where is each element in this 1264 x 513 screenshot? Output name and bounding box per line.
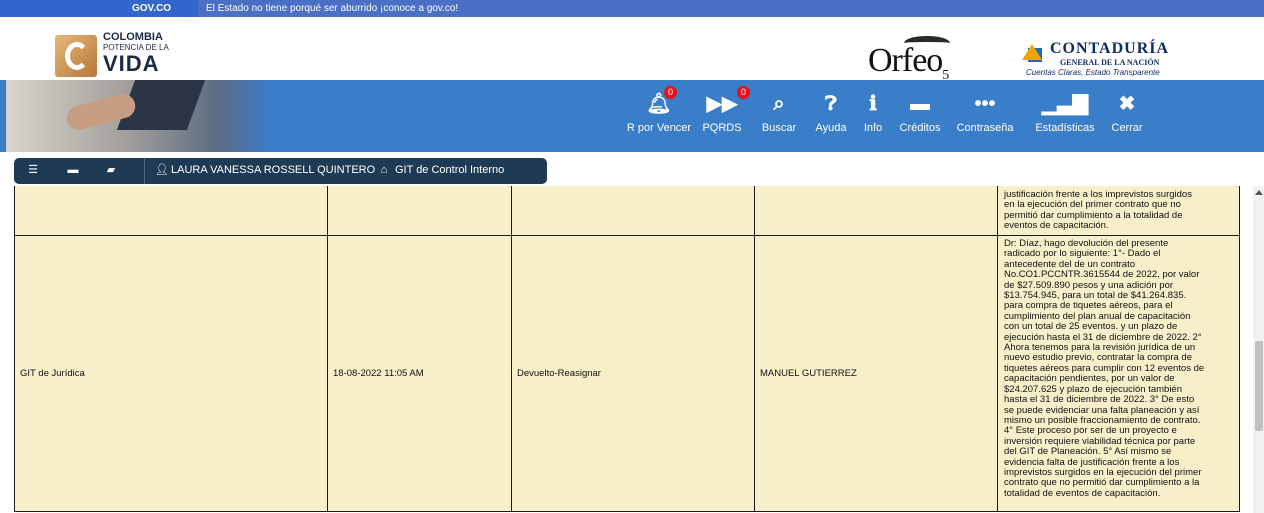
govco-message[interactable]: El Estado no tiene porqué ser aburrido ¡… <box>198 0 1264 17</box>
nav-item-label: Estadísticas <box>1035 122 1095 134</box>
cell-fecha: 18-08-2022 11:05 AM <box>327 236 511 511</box>
home-icon: ⌂ <box>380 164 388 176</box>
contaduria-logo-tagline: Cuentas Claras, Estado Transparente <box>1026 68 1160 77</box>
close-icon: ✖ <box>1118 93 1136 115</box>
nav-item-contrasena[interactable]: ••• Contraseña <box>954 90 1016 134</box>
nav-item-cerrar[interactable]: ✖ Cerrar <box>1107 90 1147 134</box>
user-bar: ☰ ▬ ▰ 👤︎ LAURA VANESSA ROSSELL QUINTERO … <box>14 158 547 184</box>
govco-logo-text: GOV.CO <box>132 3 172 14</box>
contaduria-logo-mark-yellow <box>1022 44 1042 60</box>
cell-dependencia <box>14 186 327 235</box>
nav-item-label: Buscar <box>761 122 797 134</box>
nav-item-label: PQRDS <box>702 122 742 134</box>
list-icon[interactable]: ☰ <box>26 163 40 177</box>
nav-item-buscar[interactable]: ⌕ Buscar <box>759 90 799 134</box>
govco-bar-left <box>0 0 118 17</box>
r-por-vencer-badge: 0 <box>664 86 677 99</box>
user-bar-divider <box>144 158 145 184</box>
nav-item-pqrds[interactable]: ▶▶ 0 PQRDS <box>699 86 750 134</box>
table-row: GIT de Jurídica 18-08-2022 11:05 AM Devu… <box>14 236 1240 512</box>
info-icon: ℹ︎ <box>869 93 877 115</box>
question-icon: ❓︎ <box>824 93 838 115</box>
nav-item-label: Info <box>863 122 883 134</box>
cell-dependencia: GIT de Jurídica <box>14 236 327 511</box>
ellipsis-icon: ••• <box>974 93 996 115</box>
colombia-logo-mark <box>55 35 97 77</box>
user-department: GIT de Control Interno <box>395 164 505 176</box>
folder-open-icon[interactable]: ▰ <box>104 163 118 177</box>
orfeo-logo-text: Orfeo <box>868 42 943 79</box>
cell-observacion: justificación frente a los imprevistos s… <box>997 186 1240 235</box>
nav-item-ayuda[interactable]: ❓︎ Ayuda <box>811 90 851 134</box>
contaduria-logo-subtitle: GENERAL DE LA NACIÓN <box>1060 58 1160 67</box>
colombia-potencia-logo: COLOMBIA POTENCIA DE LA VIDA <box>55 31 195 79</box>
folder-icon[interactable]: ▬ <box>66 163 80 177</box>
nav-item-label: Contraseña <box>956 122 1014 134</box>
cell-usuario: MANUEL GUTIERREZ <box>754 236 997 511</box>
scroll-up-icon[interactable] <box>1255 190 1263 195</box>
colombia-logo-line1: COLOMBIA <box>103 31 163 43</box>
site-header: COLOMBIA POTENCIA DE LA VIDA Orfeo5 CONT… <box>0 17 1264 83</box>
bell-icon: 🔔︎ 0 <box>620 86 698 118</box>
nav-item-info[interactable]: ℹ︎ Info <box>860 90 886 134</box>
nav-item-estadisticas[interactable]: ▁▃▇ Estadísticas <box>1028 90 1102 134</box>
nav-item-label: R por Vencer <box>626 122 692 134</box>
cell-fecha <box>327 186 511 235</box>
contaduria-logo: CONTADURÍA GENERAL DE LA NACIÓN Cuentas … <box>1020 40 1240 85</box>
colombia-logo-line3: VIDA <box>103 51 160 76</box>
cell-usuario <box>754 186 997 235</box>
history-table: justificación frente a los imprevistos s… <box>0 186 1253 513</box>
cell-transaccion: Devuelto-Reasignar <box>511 236 754 511</box>
govco-bar: GOV.CO El Estado no tiene porqué ser abu… <box>0 0 1264 17</box>
tags-icon: ▶▶ 0 <box>699 86 750 118</box>
orfeo-logo: Orfeo5 <box>868 42 949 84</box>
nav-item-label: Ayuda <box>815 122 847 134</box>
scrollbar-thumb[interactable] <box>1255 341 1263 431</box>
table-row: justificación frente a los imprevistos s… <box>14 186 1240 236</box>
cell-observacion: Dr: Díaz, hago devolución del presente r… <box>997 236 1240 511</box>
nav-item-label: Cerrar <box>1111 122 1143 134</box>
nav-item-creditos[interactable]: ▬ Créditos <box>894 90 946 134</box>
cell-transaccion <box>511 186 754 235</box>
page-scrollbar[interactable] <box>1253 186 1264 513</box>
pqrds-badge: 0 <box>737 86 750 99</box>
contaduria-logo-title: CONTADURÍA <box>1050 40 1170 57</box>
nav-item-label: Créditos <box>899 122 941 134</box>
user-icon: 👤︎ <box>155 164 169 176</box>
bar-chart-icon: ▁▃▇ <box>1041 93 1089 115</box>
user-name: LAURA VANESSA ROSSELL QUINTERO <box>171 164 376 176</box>
credit-card-icon: ▬ <box>910 93 930 115</box>
govco-logo[interactable]: GOV.CO <box>118 0 198 17</box>
search-icon: ⌕ <box>773 93 785 115</box>
header-photo <box>6 80 271 152</box>
nav-item-r-por-vencer[interactable]: 🔔︎ 0 R por Vencer <box>620 86 698 134</box>
